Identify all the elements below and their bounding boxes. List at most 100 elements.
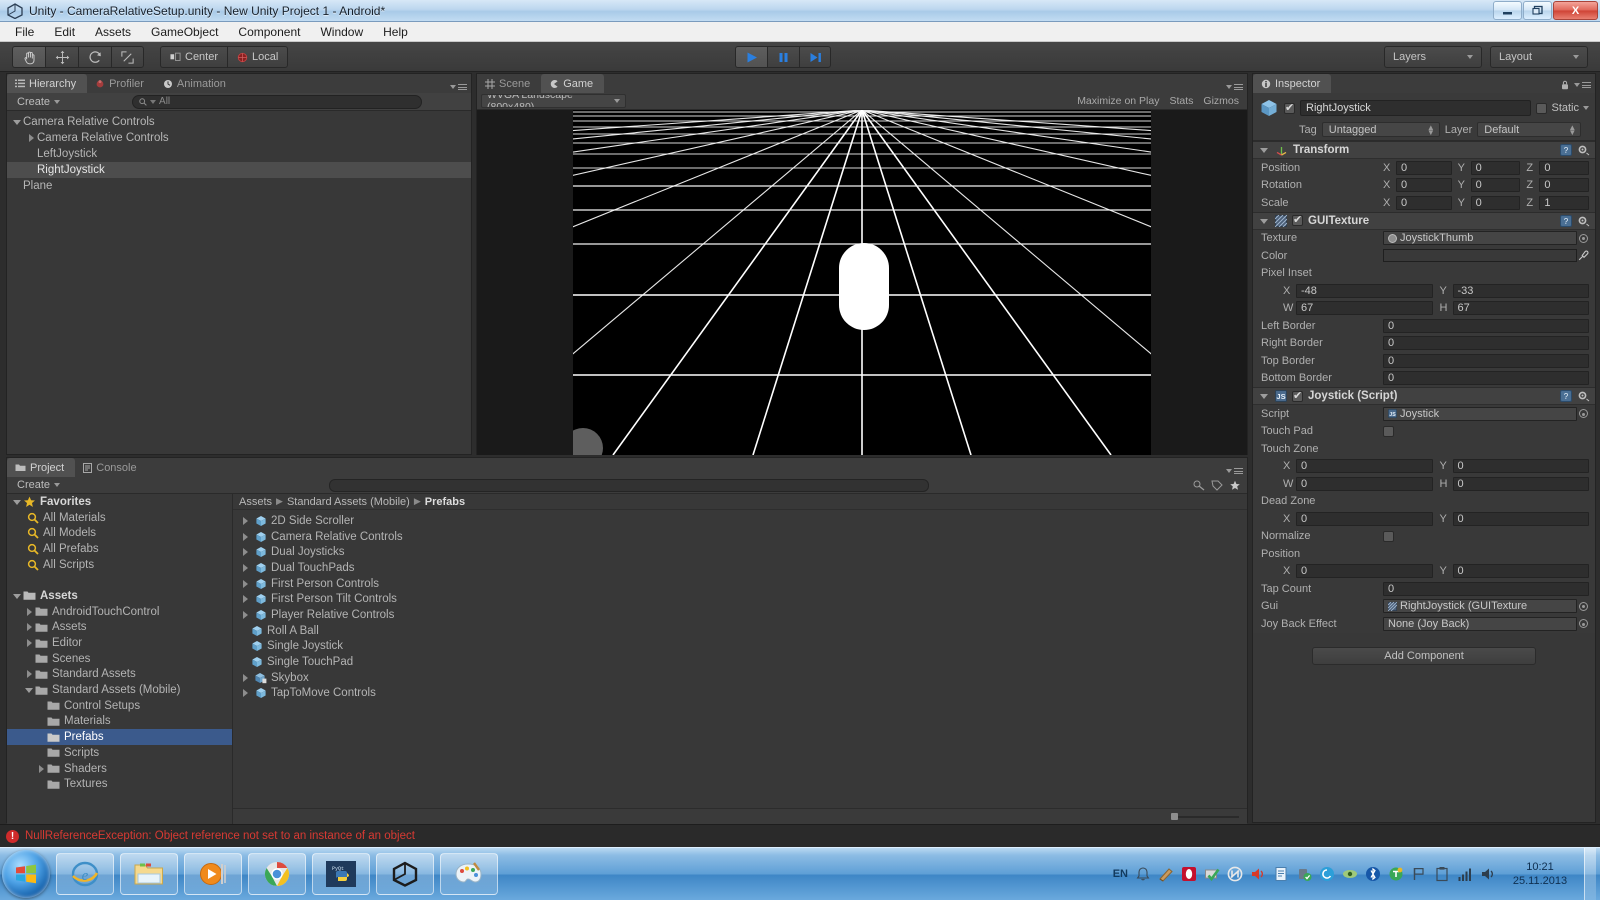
- inset-x-input[interactable]: -48: [1296, 283, 1433, 298]
- project-tree-assets[interactable]: Assets: [7, 588, 232, 604]
- left-border-input[interactable]: 0: [1383, 318, 1589, 333]
- static-toggle[interactable]: Static: [1536, 102, 1589, 114]
- bell-icon[interactable]: [1135, 866, 1151, 882]
- maximize-button[interactable]: [1523, 1, 1552, 20]
- taskbar-python-icon[interactable]: PyQt: [312, 853, 370, 895]
- taskbar-file-explorer-icon[interactable]: [120, 853, 178, 895]
- status-bar[interactable]: ! NullReferenceException: Object referen…: [0, 824, 1600, 847]
- asset-item-skybox[interactable]: Skybox: [233, 670, 1247, 686]
- touchzone-x-input[interactable]: 0: [1296, 459, 1433, 474]
- rotation-z-input[interactable]: 0: [1539, 178, 1590, 193]
- script-picker-button[interactable]: [1577, 409, 1589, 419]
- texture-object-field[interactable]: JoystickThumb: [1383, 231, 1577, 246]
- asset-item-player-relative-controls[interactable]: Player Relative Controls: [233, 607, 1247, 623]
- tap-count-input[interactable]: 0: [1383, 581, 1589, 596]
- close-button[interactable]: X: [1553, 1, 1598, 20]
- layers-dropdown[interactable]: Layers: [1384, 46, 1482, 68]
- project-create-button[interactable]: Create: [13, 479, 64, 491]
- tab-hierarchy[interactable]: Hierarchy: [7, 74, 88, 93]
- play-button[interactable]: [735, 46, 767, 68]
- game-panel-menu[interactable]: [1226, 84, 1243, 90]
- favorites-star-icon[interactable]: [1229, 480, 1241, 491]
- taskbar-media-player-icon[interactable]: [184, 853, 242, 895]
- asset-item-single-touchpad[interactable]: Single TouchPad: [233, 654, 1247, 670]
- maximize-on-play-toggle[interactable]: Maximize on Play: [1077, 95, 1159, 107]
- position-y-input[interactable]: 0: [1470, 160, 1521, 175]
- hierarchy-panel-menu[interactable]: [450, 84, 467, 90]
- layer-dropdown[interactable]: Default ▲ ▼: [1477, 122, 1582, 137]
- pen-tablet-icon[interactable]: [1158, 866, 1174, 882]
- move-tool-button[interactable]: [45, 46, 78, 68]
- pivot-mode-button[interactable]: Center: [160, 46, 228, 68]
- add-component-button[interactable]: Add Component: [1312, 646, 1536, 665]
- gear-icon[interactable]: [1577, 215, 1590, 227]
- show-desktop-button[interactable]: [1584, 847, 1596, 900]
- project-tree-standard-assets[interactable]: Standard Assets: [7, 667, 232, 683]
- signal-bars-icon[interactable]: [1457, 866, 1473, 882]
- asset-item-camera-relative-controls[interactable]: Camera Relative Controls: [233, 529, 1247, 545]
- asset-item-2d-side-scroller[interactable]: 2D Side Scroller: [233, 513, 1247, 529]
- game-viewport[interactable]: [477, 110, 1247, 455]
- expander-down-icon[interactable]: [11, 496, 23, 508]
- top-border-input[interactable]: 0: [1383, 353, 1589, 368]
- tab-game[interactable]: Game: [541, 74, 605, 93]
- scale-y-input[interactable]: 0: [1470, 195, 1521, 210]
- taskbar-internet-explorer-icon[interactable]: e: [56, 853, 114, 895]
- expander-right-icon[interactable]: [23, 637, 35, 649]
- help-icon[interactable]: ?: [1560, 390, 1572, 402]
- position-x-input[interactable]: 0: [1396, 160, 1452, 175]
- expander-right-icon[interactable]: [25, 132, 37, 144]
- menu-file[interactable]: File: [6, 23, 43, 41]
- tab-scene[interactable]: Scene: [477, 74, 541, 93]
- expander-right-icon[interactable]: [23, 668, 35, 680]
- clipboard-icon[interactable]: [1434, 866, 1450, 882]
- gui-picker-button[interactable]: [1577, 601, 1589, 611]
- color-swatch[interactable]: [1383, 249, 1577, 263]
- asset-item-roll-a-ball[interactable]: Roll A Ball: [233, 623, 1247, 639]
- flag-icon[interactable]: [1411, 866, 1427, 882]
- taskbar-paint-icon[interactable]: [440, 853, 498, 895]
- asset-item-first-person-controls[interactable]: First Person Controls: [233, 576, 1247, 592]
- bluetooth-icon[interactable]: [1365, 866, 1381, 882]
- project-tree-all-scripts[interactable]: All Scripts: [7, 557, 232, 573]
- project-tree-all-models[interactable]: All Models: [7, 525, 232, 541]
- breadcrumb-prefabs[interactable]: Prefabs: [425, 496, 465, 508]
- menu-help[interactable]: Help: [374, 23, 417, 41]
- language-indicator[interactable]: EN: [1113, 868, 1128, 880]
- project-tree-control-setups[interactable]: Control Setups: [7, 698, 232, 714]
- project-tree-textures[interactable]: Textures: [7, 776, 232, 792]
- pivot-rotation-button[interactable]: Local: [227, 46, 289, 68]
- aspect-ratio-dropdown[interactable]: WVGA Landscape (800x480): [481, 94, 626, 108]
- expander-right-icon[interactable]: [239, 515, 251, 527]
- component-transform-header[interactable]: Transform ?: [1253, 142, 1595, 159]
- inspector-panel-menu[interactable]: [1561, 80, 1591, 90]
- inset-w-input[interactable]: 67: [1296, 301, 1433, 316]
- tab-project[interactable]: Project: [7, 458, 76, 477]
- project-tree-prefabs[interactable]: Prefabs: [7, 729, 232, 745]
- chevron-down-icon[interactable]: [1583, 106, 1589, 110]
- blue-circle-icon[interactable]: [1319, 866, 1335, 882]
- taskbar-unity-icon[interactable]: [376, 853, 434, 895]
- object-name-field[interactable]: RightJoystick: [1300, 100, 1532, 116]
- eye-icon[interactable]: [1342, 866, 1358, 882]
- right-border-input[interactable]: 0: [1383, 336, 1589, 351]
- inset-h-input[interactable]: 67: [1452, 301, 1589, 316]
- expander-right-icon[interactable]: [239, 531, 251, 543]
- project-tree-favorites[interactable]: Favorites: [7, 494, 232, 510]
- breadcrumb-assets[interactable]: Assets: [239, 496, 272, 508]
- scale-x-input[interactable]: 0: [1396, 195, 1452, 210]
- project-tree-androidtouchcontrol[interactable]: AndroidTouchControl: [7, 604, 232, 620]
- deadzone-x-input[interactable]: 0: [1296, 511, 1433, 526]
- filter-by-label-icon[interactable]: [1211, 480, 1223, 491]
- touchzone-w-input[interactable]: 0: [1296, 476, 1433, 491]
- windows-start-orb[interactable]: [2, 850, 50, 898]
- usb-safe-icon[interactable]: [1296, 866, 1312, 882]
- help-icon[interactable]: ?: [1560, 144, 1572, 156]
- gear-icon[interactable]: [1577, 144, 1590, 156]
- project-tree-scenes[interactable]: Scenes: [7, 651, 232, 667]
- pause-button[interactable]: [767, 46, 799, 68]
- expander-down-icon[interactable]: [1258, 390, 1270, 402]
- expander-down-icon[interactable]: [11, 116, 23, 128]
- asset-item-dual-touchpads[interactable]: Dual TouchPads: [233, 560, 1247, 576]
- normalize-checkbox[interactable]: [1383, 530, 1394, 542]
